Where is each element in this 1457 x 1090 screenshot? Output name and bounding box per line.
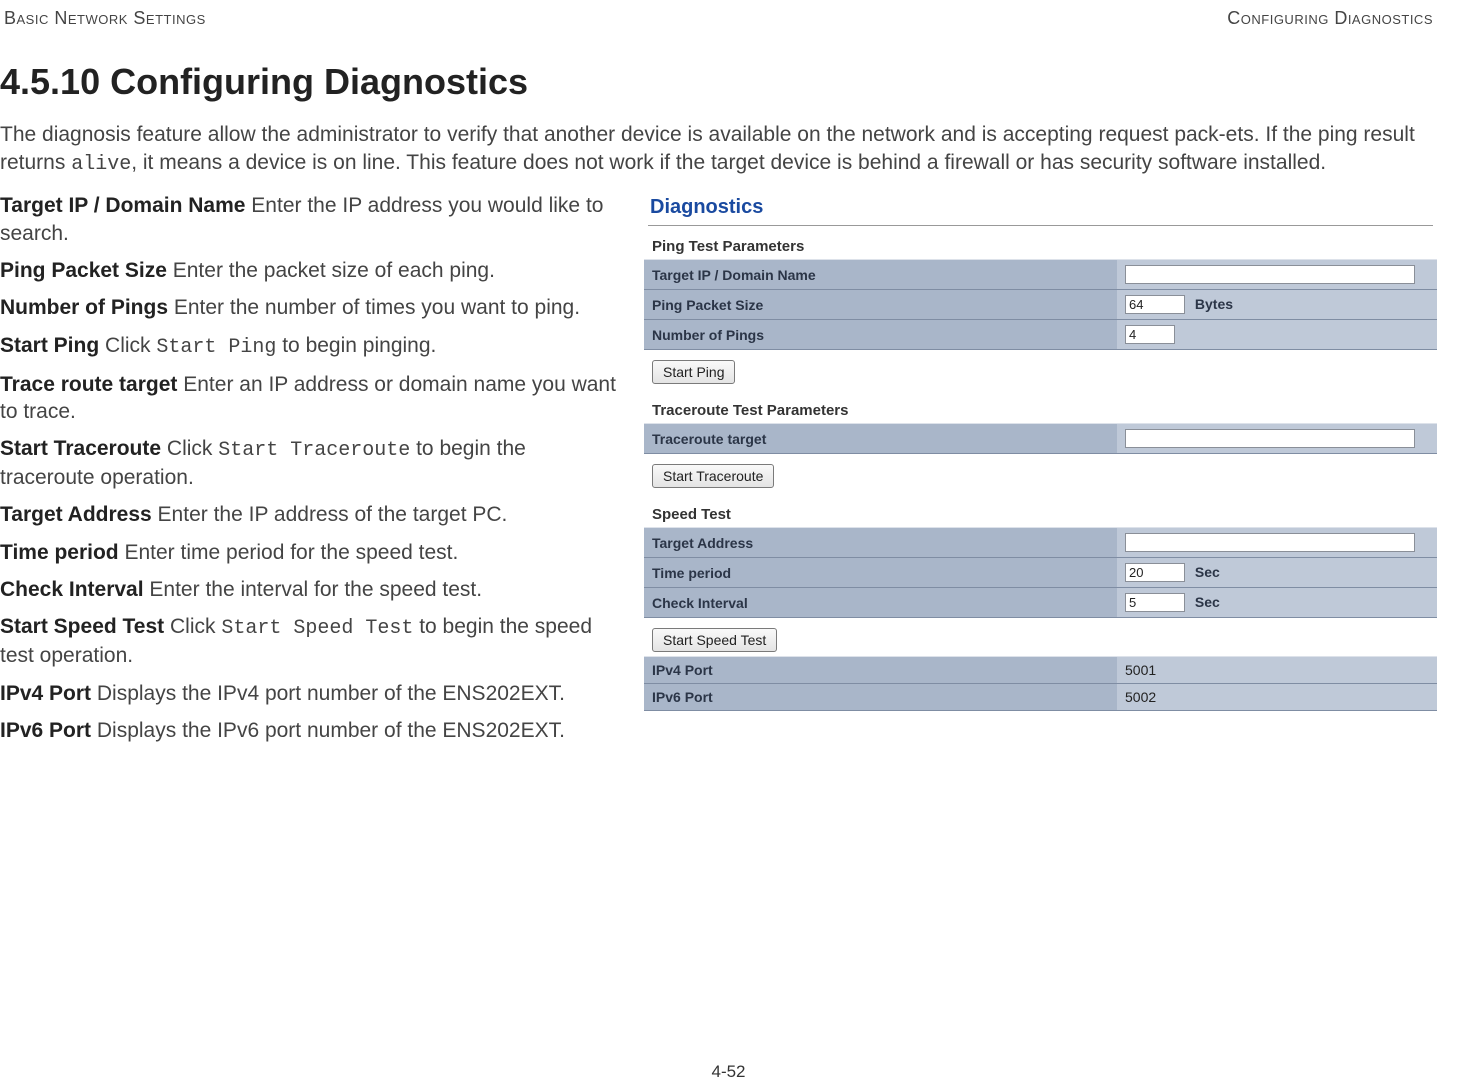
target-ip-input[interactable] [1125, 265, 1415, 284]
def-desc: Displays the IPv4 port number of the ENS… [91, 682, 565, 705]
label-packet-size: Ping Packet Size [644, 290, 1117, 320]
page-number: 4-52 [711, 1062, 745, 1082]
table-row: Check Interval Sec [644, 588, 1437, 618]
header-left: Basic Network Settings [4, 8, 206, 29]
table-row: Target Address [644, 528, 1437, 558]
def-term: IPv6 Port [0, 719, 91, 742]
def-desc: Enter the IP address of the target PC. [152, 503, 508, 526]
packet-size-unit: Bytes [1195, 296, 1233, 312]
header-right: Configuring Diagnostics [1227, 8, 1433, 29]
label-target-address: Target Address [644, 528, 1117, 558]
def-desc: Enter time period for the speed test. [119, 541, 459, 564]
ipv4-port-value: 5001 [1117, 657, 1437, 684]
start-speed-test-button[interactable]: Start Speed Test [652, 628, 777, 652]
def-term: Ping Packet Size [0, 259, 167, 282]
target-address-input[interactable] [1125, 533, 1415, 552]
ports-table: IPv4 Port 5001 IPv6 Port 5002 [644, 656, 1437, 711]
num-pings-input[interactable] [1125, 325, 1175, 344]
def-desc: Click [99, 334, 156, 357]
traceroute-target-input[interactable] [1125, 429, 1415, 448]
def-desc: Click [161, 437, 218, 460]
table-row: Number of Pings [644, 320, 1437, 350]
def-code: Start Ping [156, 336, 276, 359]
def-term: Start Ping [0, 334, 99, 357]
intro-text-2: , it means a device is on line. This fea… [131, 151, 1326, 174]
time-period-unit: Sec [1195, 564, 1220, 580]
def-code: Start Speed Test [221, 617, 413, 640]
ping-group-label: Ping Test Parameters [644, 236, 1437, 259]
label-ipv4-port: IPv4 Port [644, 657, 1117, 684]
speed-table: Target Address Time period Sec Check Int… [644, 527, 1437, 618]
section-title: 4.5.10 Configuring Diagnostics [0, 61, 1437, 103]
start-ping-button[interactable]: Start Ping [652, 360, 735, 384]
def-term: Trace route target [0, 373, 177, 396]
check-interval-unit: Sec [1195, 594, 1220, 610]
def-desc: Enter the packet size of each ping. [167, 259, 495, 282]
table-row: IPv6 Port 5002 [644, 684, 1437, 711]
ipv6-port-value: 5002 [1117, 684, 1437, 711]
label-target-ip: Target IP / Domain Name [644, 260, 1117, 290]
page-header: Basic Network Settings Configuring Diagn… [0, 8, 1437, 31]
def-term: Check Interval [0, 578, 144, 601]
divider [648, 225, 1433, 226]
diagnostics-title: Diagnostics [644, 192, 1437, 225]
table-row: Ping Packet Size Bytes [644, 290, 1437, 320]
table-row: IPv4 Port 5001 [644, 657, 1437, 684]
packet-size-input[interactable] [1125, 295, 1185, 314]
intro-paragraph: The diagnosis feature allow the administ… [0, 121, 1437, 178]
def-term: IPv4 Port [0, 682, 91, 705]
def-code: Start Traceroute [218, 439, 410, 462]
label-ipv6-port: IPv6 Port [644, 684, 1117, 711]
label-num-pings: Number of Pings [644, 320, 1117, 350]
def-term: Time period [0, 541, 119, 564]
def-desc: Enter the number of times you want to pi… [168, 296, 580, 319]
label-traceroute-target: Traceroute target [644, 424, 1117, 454]
def-term: Target IP / Domain Name [0, 194, 245, 217]
intro-code-alive: alive [71, 153, 131, 176]
table-row: Time period Sec [644, 558, 1437, 588]
def-term: Start Traceroute [0, 437, 161, 460]
time-period-input[interactable] [1125, 563, 1185, 582]
ping-table: Target IP / Domain Name Ping Packet Size… [644, 259, 1437, 350]
table-row: Target IP / Domain Name [644, 260, 1437, 290]
def-desc: Displays the IPv6 port number of the ENS… [91, 719, 565, 742]
def-term: Number of Pings [0, 296, 168, 319]
check-interval-input[interactable] [1125, 593, 1185, 612]
def-desc: to begin pinging. [276, 334, 436, 357]
traceroute-group-label: Traceroute Test Parameters [644, 400, 1437, 423]
def-desc: Enter the interval for the speed test. [144, 578, 483, 601]
label-check-interval: Check Interval [644, 588, 1117, 618]
def-desc: Click [164, 615, 221, 638]
start-traceroute-button[interactable]: Start Traceroute [652, 464, 774, 488]
def-term: Target Address [0, 503, 152, 526]
label-time-period: Time period [644, 558, 1117, 588]
diagnostics-screenshot: Diagnostics Ping Test Parameters Target … [644, 192, 1437, 754]
table-row: Traceroute target [644, 424, 1437, 454]
definitions-column: Target IP / Domain Name Enter the IP add… [0, 192, 620, 754]
traceroute-table: Traceroute target [644, 423, 1437, 454]
def-term: Start Speed Test [0, 615, 164, 638]
speed-group-label: Speed Test [644, 504, 1437, 527]
